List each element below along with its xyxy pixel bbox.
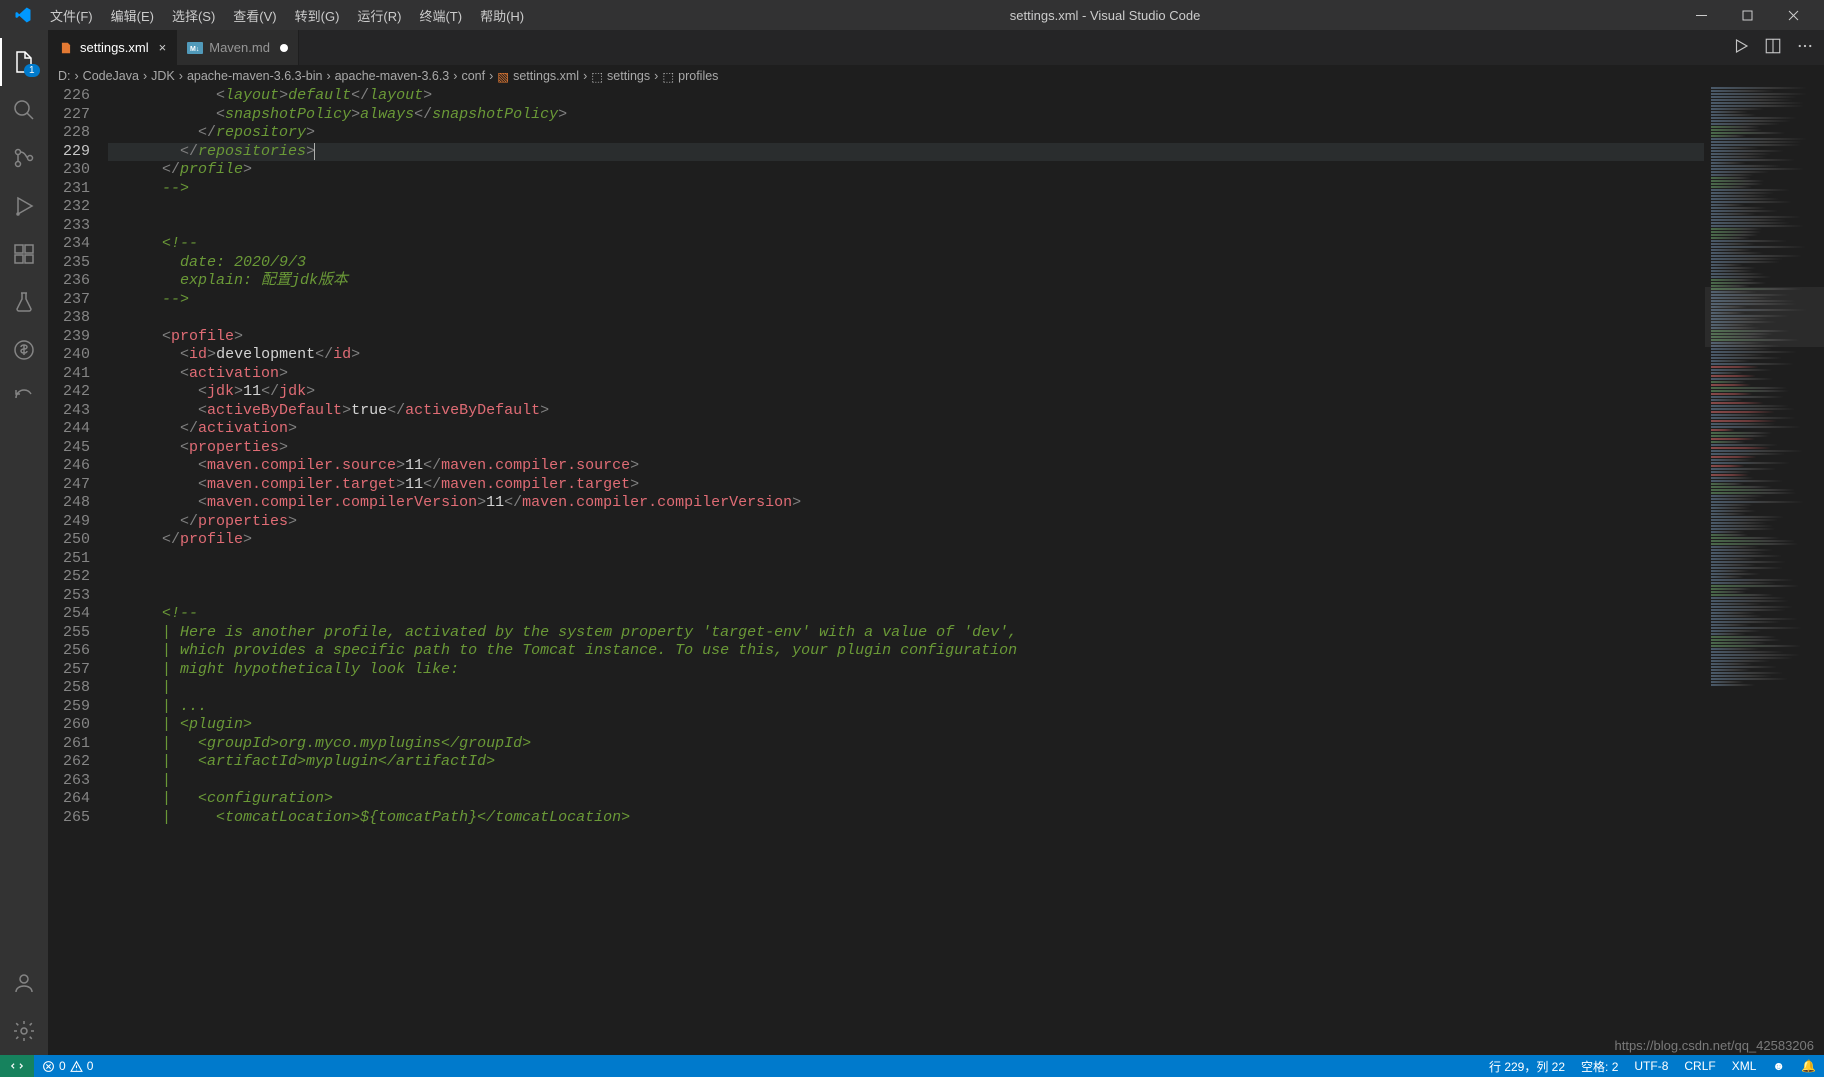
tag-icon: ⬚: [662, 69, 674, 84]
activity-monetization-icon[interactable]: [0, 326, 48, 374]
menu-select[interactable]: 选择(S): [164, 2, 223, 29]
window-controls: [1678, 0, 1816, 30]
minimize-button[interactable]: [1678, 0, 1724, 30]
xml-file-icon: [58, 40, 74, 56]
status-cursor-position[interactable]: 行 229，列 22: [1481, 1058, 1573, 1075]
menu-run[interactable]: 运行(R): [349, 2, 409, 29]
minimap-viewport[interactable]: [1705, 287, 1824, 347]
menu-bar: 文件(F) 编辑(E) 选择(S) 查看(V) 转到(G) 运行(R) 终端(T…: [42, 2, 532, 29]
error-count: 0: [59, 1059, 66, 1073]
maximize-button[interactable]: [1724, 0, 1770, 30]
split-editor-icon[interactable]: [1764, 37, 1782, 58]
breadcrumb-item[interactable]: JDK: [151, 69, 175, 83]
status-errors[interactable]: 0 0: [34, 1059, 101, 1073]
breadcrumb-item[interactable]: CodeJava: [83, 69, 139, 83]
minimap[interactable]: [1704, 87, 1824, 1055]
chevron-right-icon: ›: [453, 69, 457, 83]
breadcrumb-item[interactable]: ▧ settings.xml: [497, 69, 579, 84]
menu-file[interactable]: 文件(F): [42, 2, 101, 29]
status-language[interactable]: XML: [1724, 1059, 1765, 1073]
activity-search[interactable]: [0, 86, 48, 134]
tab-actions: [1732, 30, 1824, 65]
menu-help[interactable]: 帮助(H): [472, 2, 532, 29]
activity-account[interactable]: [0, 959, 48, 1007]
run-icon[interactable]: [1732, 37, 1750, 58]
menu-terminal[interactable]: 终端(T): [411, 2, 470, 29]
xml-file-icon: ▧: [497, 69, 509, 84]
tab-label: Maven.md: [209, 40, 270, 55]
tag-icon: ⬚: [591, 69, 603, 84]
breadcrumb-item[interactable]: D:: [58, 69, 71, 83]
code-editor[interactable]: <layout>default</layout> <snapshotPolicy…: [108, 87, 1704, 1055]
activity-flask-icon[interactable]: [0, 278, 48, 326]
status-eol[interactable]: CRLF: [1676, 1059, 1723, 1073]
breadcrumb-item[interactable]: ⬚ profiles: [662, 69, 718, 84]
breadcrumb-item[interactable]: apache-maven-3.6.3-bin: [187, 69, 323, 83]
activity-extensions[interactable]: [0, 230, 48, 278]
more-actions-icon[interactable]: [1796, 37, 1814, 58]
tabs-bar: settings.xml × M↓ Maven.md: [0, 30, 1824, 65]
warning-count: 0: [87, 1059, 94, 1073]
breadcrumbs[interactable]: D: › CodeJava › JDK › apache-maven-3.6.3…: [0, 65, 1824, 87]
activity-settings[interactable]: [0, 1007, 48, 1055]
activity-run-debug[interactable]: [0, 182, 48, 230]
breadcrumb-item[interactable]: ⬚ settings: [591, 69, 650, 84]
markdown-file-icon: M↓: [187, 40, 203, 56]
chevron-right-icon: ›: [179, 69, 183, 83]
status-encoding[interactable]: UTF-8: [1626, 1059, 1676, 1073]
tab-settings-xml[interactable]: settings.xml ×: [48, 30, 177, 65]
chevron-right-icon: ›: [583, 69, 587, 83]
vscode-logo-icon: [8, 6, 38, 24]
close-button[interactable]: [1770, 0, 1816, 30]
title-bar: 文件(F) 编辑(E) 选择(S) 查看(V) 转到(G) 运行(R) 终端(T…: [0, 0, 1824, 30]
status-indentation[interactable]: 空格: 2: [1573, 1058, 1626, 1075]
chevron-right-icon: ›: [654, 69, 658, 83]
activity-refresh-icon[interactable]: [0, 374, 48, 422]
editor-area: 2262272282292302312322332342352362372382…: [48, 87, 1824, 1055]
activity-explorer[interactable]: 1: [0, 38, 48, 86]
line-number-gutter: 2262272282292302312322332342352362372382…: [48, 87, 108, 1055]
remote-indicator[interactable]: [0, 1055, 34, 1077]
breadcrumb-item[interactable]: apache-maven-3.6.3: [335, 69, 450, 83]
notifications-icon[interactable]: 🔔: [1793, 1059, 1824, 1073]
chevron-right-icon: ›: [143, 69, 147, 83]
menu-view[interactable]: 查看(V): [225, 2, 284, 29]
chevron-right-icon: ›: [489, 69, 493, 83]
dirty-indicator-icon: [280, 44, 288, 52]
menu-go[interactable]: 转到(G): [287, 2, 348, 29]
feedback-icon[interactable]: ☻: [1764, 1059, 1793, 1073]
menu-edit[interactable]: 编辑(E): [103, 2, 162, 29]
activity-scm[interactable]: [0, 134, 48, 182]
activity-bar: 1: [0, 30, 48, 1055]
svg-text:M↓: M↓: [190, 46, 199, 53]
chevron-right-icon: ›: [326, 69, 330, 83]
chevron-right-icon: ›: [75, 69, 79, 83]
status-bar: 0 0 行 229，列 22 空格: 2 UTF-8 CRLF XML ☻ 🔔: [0, 1055, 1824, 1077]
close-icon[interactable]: ×: [159, 40, 167, 55]
tab-label: settings.xml: [80, 40, 149, 55]
activity-badge: 1: [24, 64, 40, 77]
watermark-text: https://blog.csdn.net/qq_42583206: [1615, 1038, 1815, 1053]
tab-maven-md[interactable]: M↓ Maven.md: [177, 30, 299, 65]
breadcrumb-item[interactable]: conf: [461, 69, 485, 83]
window-title: settings.xml - Visual Studio Code: [532, 8, 1678, 23]
